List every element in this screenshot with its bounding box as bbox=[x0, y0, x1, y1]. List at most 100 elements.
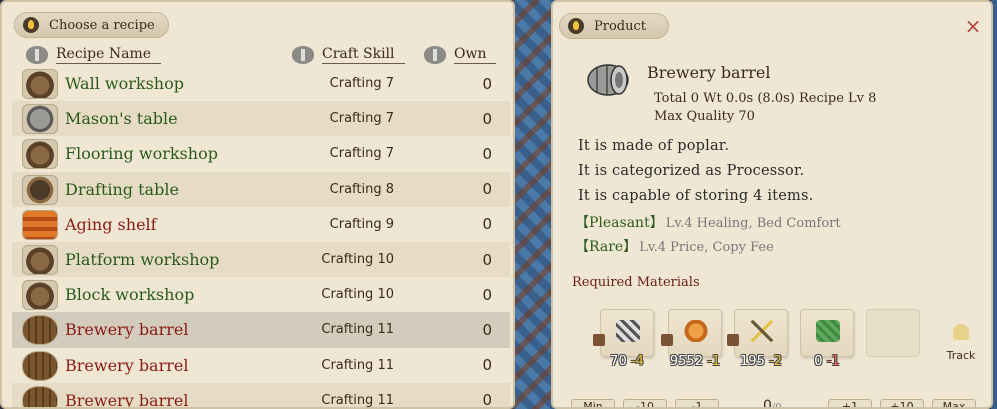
recipe-name: Aging shelf bbox=[65, 214, 157, 234]
material-slot[interactable]: 0 -1 bbox=[800, 309, 854, 369]
recipe-skill: Crafting 11 bbox=[321, 322, 394, 338]
column-label-name: Recipe Name bbox=[56, 46, 161, 64]
material-count: 70 -4 bbox=[610, 354, 644, 369]
recipe-own: 0 bbox=[482, 144, 492, 163]
recipe-name: Brewery barrel bbox=[65, 355, 189, 375]
recipe-own: 0 bbox=[482, 250, 492, 269]
recipe-name: Drafting table bbox=[65, 179, 179, 199]
column-label-own: Own bbox=[454, 46, 497, 64]
product-panel-tab: Product bbox=[559, 13, 669, 39]
recipe-row[interactable]: Platform workshop Crafting 10 0 bbox=[12, 241, 510, 278]
trait-name: 【Rare】 bbox=[575, 239, 638, 255]
brewery-barrel-icon bbox=[22, 385, 58, 407]
column-header-own[interactable]: Own bbox=[424, 45, 497, 65]
recipe-skill: Crafting 9 bbox=[329, 216, 394, 232]
recipe-own: 0 bbox=[482, 109, 492, 128]
product-description-line: It is categorized as Processor. bbox=[578, 163, 805, 179]
sort-icon[interactable] bbox=[26, 46, 48, 64]
brewery-barrel-icon bbox=[22, 350, 58, 381]
recipe-row[interactable]: Wall workshop Crafting 7 0 bbox=[12, 66, 510, 101]
column-label-skill: Craft Skill bbox=[322, 46, 405, 64]
recipe-panel-tab: Choose a recipe bbox=[14, 12, 169, 38]
column-header-name[interactable]: Recipe Name bbox=[26, 45, 161, 65]
coil-material-icon bbox=[684, 320, 708, 342]
block-workshop-icon bbox=[22, 280, 58, 311]
trait-value: Lv.4 Price, Copy Fee bbox=[639, 240, 774, 255]
wall-workshop-icon bbox=[22, 69, 58, 99]
product-trait: 【Rare】 Lv.4 Price, Copy Fee bbox=[575, 236, 774, 256]
recipe-skill: Crafting 10 bbox=[321, 252, 394, 268]
material-slot[interactable]: 9552 -1 bbox=[661, 309, 722, 369]
recipe-own: 0 bbox=[482, 180, 492, 199]
close-icon[interactable]: × bbox=[963, 16, 983, 36]
recipe-row[interactable]: Block workshop Crafting 10 0 bbox=[12, 277, 510, 312]
recipe-row[interactable]: Drafting table Crafting 8 0 bbox=[12, 171, 510, 207]
track-label: Track bbox=[946, 349, 976, 362]
recipe-name: Mason's table bbox=[65, 109, 178, 129]
recipe-row-selected[interactable]: Brewery barrel Crafting 11 0 bbox=[12, 312, 510, 348]
product-trait: 【Pleasant】 Lv.4 Healing, Bed Comfort bbox=[575, 212, 841, 232]
recipe-skill: Crafting 7 bbox=[329, 146, 394, 162]
recipe-name: Brewery barrel bbox=[65, 320, 189, 340]
material-slot[interactable]: 195 -2 bbox=[727, 309, 788, 369]
recipe-skill: Crafting 7 bbox=[329, 111, 394, 127]
recipe-row[interactable]: Aging shelf Crafting 9 0 bbox=[12, 207, 510, 242]
plus-10-button[interactable]: +10 bbox=[880, 399, 924, 407]
recipe-name: Wall workshop bbox=[65, 74, 184, 94]
product-panel: Product × Brewery barrel Total 0 Wt 0.0s… bbox=[551, 0, 993, 409]
recipe-skill: Crafting 7 bbox=[329, 76, 394, 92]
recipe-list: Wall workshop Crafting 7 0 Mason's table… bbox=[12, 66, 510, 409]
material-marker bbox=[593, 334, 605, 346]
recipe-row[interactable]: Brewery barrel Crafting 11 0 bbox=[12, 382, 510, 409]
max-button[interactable]: Max bbox=[932, 399, 976, 407]
brewery-barrel-icon bbox=[587, 64, 629, 96]
trait-value: Lv.4 Healing, Bed Comfort bbox=[665, 216, 841, 231]
recipe-panel: Choose a recipe Recipe Name Craft Skill … bbox=[0, 0, 515, 409]
minus-1-button[interactable]: -1 bbox=[675, 399, 719, 407]
recipe-row[interactable]: Flooring workshop Crafting 7 0 bbox=[12, 136, 510, 171]
recipe-skill: Crafting 11 bbox=[321, 392, 394, 408]
plus-1-button[interactable]: +1 bbox=[828, 399, 872, 407]
product-max-quality: Max Quality 70 bbox=[654, 109, 755, 124]
platform-workshop-icon bbox=[22, 244, 58, 275]
sort-icon[interactable] bbox=[424, 46, 446, 64]
flame-icon bbox=[23, 17, 39, 33]
material-slot[interactable]: 70 -4 bbox=[593, 309, 654, 369]
flame-icon bbox=[568, 18, 584, 34]
recipe-row[interactable]: Mason's table Crafting 7 0 bbox=[12, 101, 510, 137]
bell-icon bbox=[953, 324, 969, 340]
product-description-line: It is capable of storing 4 items. bbox=[578, 188, 814, 204]
brewery-barrel-icon bbox=[22, 315, 58, 346]
required-materials-label: Required Materials bbox=[572, 275, 700, 290]
recipe-skill: Crafting 8 bbox=[329, 181, 394, 197]
material-count: 0 -1 bbox=[814, 354, 840, 369]
column-header-skill[interactable]: Craft Skill bbox=[292, 45, 405, 65]
product-panel-title: Product bbox=[594, 18, 646, 34]
empty-material-slot bbox=[866, 309, 920, 357]
recipe-row[interactable]: Brewery barrel Crafting 11 0 bbox=[12, 348, 510, 383]
recipe-skill: Crafting 10 bbox=[321, 287, 394, 303]
material-count: 195 -2 bbox=[740, 354, 782, 369]
stone-material-icon bbox=[616, 320, 640, 342]
masons-table-icon bbox=[22, 104, 58, 135]
aging-shelf-icon bbox=[22, 209, 58, 240]
quantity-display: 0/0 bbox=[763, 398, 782, 409]
flooring-workshop-icon bbox=[22, 139, 58, 170]
drafting-table-icon bbox=[22, 174, 58, 205]
sort-icon[interactable] bbox=[292, 46, 314, 64]
product-stats: Total 0 Wt 0.0s (8.0s) Recipe Lv 8 bbox=[654, 91, 877, 106]
recipe-panel-title: Choose a recipe bbox=[49, 17, 155, 33]
material-marker bbox=[727, 334, 739, 346]
recipe-own: 0 bbox=[482, 215, 492, 234]
minus-10-button[interactable]: -10 bbox=[623, 399, 667, 407]
recipe-own: 0 bbox=[482, 285, 492, 304]
recipe-own: 0 bbox=[482, 391, 492, 409]
track-button[interactable]: Track bbox=[943, 324, 979, 363]
recipe-name: Block workshop bbox=[65, 285, 195, 305]
recipe-skill: Crafting 11 bbox=[321, 357, 394, 373]
recipe-name: Flooring workshop bbox=[65, 144, 218, 164]
product-name: Brewery barrel bbox=[647, 63, 771, 82]
recipe-own: 0 bbox=[482, 74, 492, 93]
material-count: 9552 -1 bbox=[669, 354, 721, 369]
min-button[interactable]: Min bbox=[571, 399, 615, 407]
